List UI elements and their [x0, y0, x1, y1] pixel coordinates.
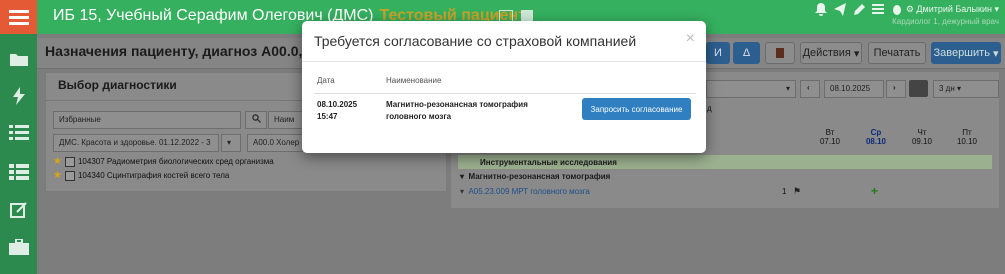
approval-modal: Требуется согласование со страховой комп… — [302, 21, 706, 153]
bug-icon[interactable] — [891, 3, 903, 16]
group-row: Инструментальные исследования — [458, 155, 992, 169]
day-column-wed: Ср 08.10 — [856, 128, 896, 146]
day-date: 10.10 — [956, 137, 978, 146]
sidebar-item-list[interactable] — [0, 118, 37, 146]
list-item[interactable]: ★ 104307 Радиометрия биологических сред … — [53, 156, 274, 167]
checkbox[interactable] — [64, 170, 75, 181]
caret-down-icon: ▾ — [227, 138, 232, 147]
chevron-right-icon: › — [893, 83, 896, 92]
send-icon[interactable] — [834, 3, 846, 16]
request-date: 08.10.2025 15:47 — [317, 100, 358, 121]
divider — [302, 61, 706, 62]
request-approval-button[interactable]: Запросить согласование — [582, 98, 691, 120]
caret-down-icon: ▾ — [785, 84, 790, 93]
modal-title: Требуется согласование со страховой комп… — [314, 33, 637, 49]
day-of-week: Чт — [917, 128, 927, 137]
edit-icon — [9, 202, 27, 218]
calendar-icon[interactable] — [909, 80, 928, 97]
toolbar-button-1[interactable]: И — [706, 42, 730, 64]
day-of-week: Ср — [870, 128, 882, 137]
sidebar-item-folder[interactable] — [0, 45, 37, 73]
folder-icon — [9, 54, 28, 66]
diagnostic-label: 104307 Радиометрия биологических сред ор… — [77, 157, 274, 166]
print-button[interactable]: Печатать — [868, 42, 926, 64]
sidebar-item-bolt[interactable] — [0, 82, 37, 110]
caret-down-icon: ▾ — [460, 172, 465, 181]
user-role: Кардиолог 1, дежурный врач — [892, 17, 999, 26]
caret-down-icon: ▾ — [460, 187, 465, 196]
table-icon — [8, 164, 29, 180]
contract-dropdown-toggle[interactable]: ▾ — [221, 134, 241, 152]
column-header-date: Дата — [317, 76, 335, 85]
service-link[interactable]: А05.23.009 МРТ головного мозга — [468, 187, 589, 196]
pencil-icon[interactable] — [853, 3, 865, 16]
sidebar-item-edit[interactable] — [0, 196, 37, 224]
close-icon[interactable]: × — [686, 30, 695, 48]
day-date: 09.10 — [911, 137, 933, 146]
tasks-icon[interactable] — [872, 3, 884, 16]
book-icon — [776, 48, 784, 58]
day-of-week: Пт — [962, 128, 972, 137]
actions-dropdown[interactable]: Действия ▾ — [800, 42, 862, 64]
contract-select[interactable]: ДМС. Красота и здоровье. 01.12.2022 - 3 — [53, 134, 219, 152]
bell-icon[interactable] — [815, 3, 827, 16]
gear-icon: ⚙ — [905, 4, 917, 14]
column-header-name: Наименование — [386, 76, 442, 85]
filter-select[interactable]: ▾ — [706, 80, 796, 98]
divider — [314, 93, 696, 94]
finish-dropdown[interactable]: Завершить ▾ — [931, 42, 1001, 64]
page-title: Назначения пациенту, диагноз А00.0, с — [45, 43, 315, 59]
table-row[interactable]: ▾ А05.23.009 МРТ головного мозга — [460, 187, 590, 196]
search-icon — [252, 114, 261, 123]
bolt-icon — [12, 87, 25, 105]
checkbox[interactable] — [64, 156, 75, 167]
list-item[interactable]: ★ 104340 Сцинтиграфия костей всего тела — [53, 170, 229, 181]
user-menu[interactable]: ⚙ Дмитрий Балыкин ▾ — [906, 4, 999, 15]
plus-icon[interactable]: + — [871, 184, 878, 198]
day-of-week: Вт — [825, 128, 835, 137]
day-column-fri: Пт 10.10 — [947, 128, 987, 146]
diagnosis-select[interactable]: А00.0 Холер — [247, 134, 303, 152]
list-icon — [8, 125, 29, 140]
star-icon[interactable]: ★ — [53, 156, 62, 167]
chevron-left-icon: ‹ — [807, 83, 810, 92]
name-search-input[interactable]: Наим — [268, 111, 304, 129]
menu-icon — [8, 10, 29, 25]
sidebar-item-table[interactable] — [0, 158, 37, 186]
search-button[interactable] — [245, 111, 267, 129]
request-service-name: Магнитно-резонансная томография головног… — [386, 100, 528, 121]
menu-button[interactable] — [0, 0, 37, 34]
next-date-button[interactable]: › — [886, 80, 906, 98]
date-input[interactable]: 08.10.2025 — [824, 80, 884, 98]
briefcase-icon — [8, 239, 29, 255]
period-select[interactable]: 3 дн ▾ — [933, 80, 999, 98]
day-column-thu: Чт 09.10 — [902, 128, 942, 146]
diagnostic-label: 104340 Сцинтиграфия костей всего тела — [77, 171, 230, 180]
flag-icon[interactable]: ⚑ — [793, 186, 801, 197]
service-count: 1 — [782, 187, 787, 196]
day-date: 07.10 — [819, 137, 841, 146]
partial-label: д — [707, 104, 712, 113]
book-button[interactable] — [765, 42, 795, 64]
prev-date-button[interactable]: ‹ — [800, 80, 820, 98]
star-icon[interactable]: ★ — [53, 170, 62, 181]
caret-down-icon: ▾ — [957, 84, 962, 93]
subgroup-row[interactable]: ▾ Магнитно-резонансная томография — [460, 172, 610, 181]
day-column-tue: Вт 07.10 — [810, 128, 850, 146]
day-date: 08.10 — [865, 137, 887, 146]
diagnostics-panel-title: Выбор диагностики — [58, 78, 177, 92]
favorites-select[interactable]: Избранные — [53, 111, 241, 129]
sidebar-item-briefcase[interactable] — [0, 233, 37, 261]
delta-button[interactable]: Δ — [733, 42, 760, 64]
